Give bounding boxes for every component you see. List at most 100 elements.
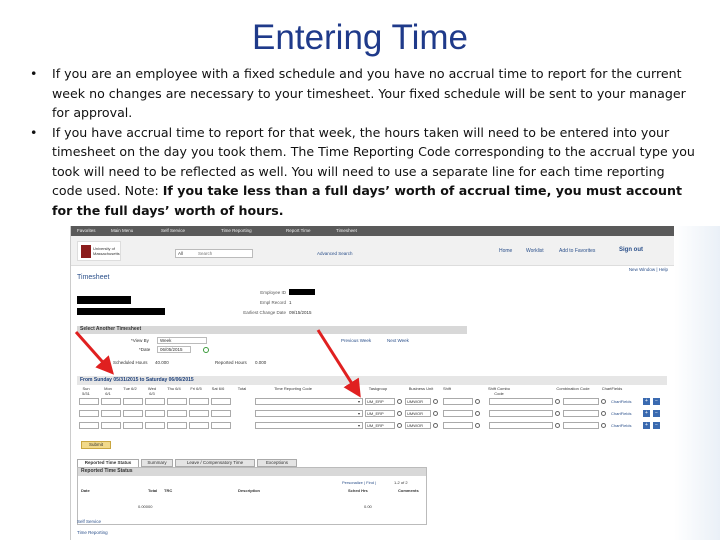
chartfields-link[interactable]: ChartFields: [611, 399, 631, 404]
nav-main-menu[interactable]: Main Menu: [111, 228, 133, 233]
shift-combo-lookup-icon[interactable]: [555, 423, 560, 428]
chartfields-link[interactable]: ChartFields: [611, 423, 631, 428]
delete-row-button[interactable]: −: [653, 398, 660, 405]
view-by-select[interactable]: Week: [157, 337, 207, 344]
business-unit-lookup-icon[interactable]: [433, 411, 438, 416]
col-thu: Thu 6/4: [167, 386, 181, 391]
taskgroup-input[interactable]: UM_ERP: [365, 422, 395, 429]
add-row-button[interactable]: +: [643, 410, 650, 417]
time-entry-row: ▾ UM_ERP UMWOR ChartFields + −: [77, 410, 667, 418]
add-row-button[interactable]: +: [643, 398, 650, 405]
combination-lookup-icon[interactable]: [601, 411, 606, 416]
tab-reported-time-status[interactable]: Reported Time Status: [77, 459, 139, 467]
date-input[interactable]: 06/05/2015: [157, 346, 191, 353]
worklist-link[interactable]: Worklist: [526, 248, 544, 254]
fri-hours-input[interactable]: [189, 410, 209, 417]
wed-hours-input[interactable]: [145, 422, 165, 429]
col-fri: Fri 6/5: [190, 386, 202, 391]
taskgroup-input[interactable]: UM_ERP: [365, 410, 395, 417]
refresh-icon[interactable]: [203, 347, 209, 353]
combination-lookup-icon[interactable]: [601, 399, 606, 404]
shift-lookup-icon[interactable]: [475, 423, 480, 428]
shift-combo-lookup-icon[interactable]: [555, 411, 560, 416]
sun-hours-input[interactable]: [79, 422, 99, 429]
shift-lookup-icon[interactable]: [475, 399, 480, 404]
shift-combo-input[interactable]: [489, 410, 553, 417]
nav-self-service[interactable]: Self Service: [161, 228, 185, 233]
shift-input[interactable]: [443, 422, 473, 429]
shift-combo-input[interactable]: [489, 398, 553, 405]
logo-mark-icon: [81, 245, 91, 258]
shift-combo-input[interactable]: [489, 422, 553, 429]
bullet-2: • If you have accrual time to report for …: [30, 124, 695, 218]
tab-summary[interactable]: Summary: [141, 459, 173, 467]
thu-hours-input[interactable]: [167, 398, 187, 405]
nav-favorites[interactable]: Favorites: [77, 228, 96, 233]
panel-pager: 1-2 of 2: [394, 480, 408, 485]
nav-timesheet[interactable]: Timesheet: [336, 228, 357, 233]
search-box[interactable]: All Search: [175, 249, 253, 258]
sun-hours-input[interactable]: [79, 410, 99, 417]
search-scope[interactable]: All: [178, 251, 183, 256]
search-input[interactable]: Search: [198, 251, 212, 256]
tab-leave-comp-time[interactable]: Leave / Compensatory Time: [175, 459, 255, 467]
business-unit-input[interactable]: UMWOR: [405, 398, 431, 405]
combination-lookup-icon[interactable]: [601, 423, 606, 428]
combination-code-input[interactable]: [563, 410, 599, 417]
sat-hours-input[interactable]: [211, 422, 231, 429]
combination-code-input[interactable]: [563, 422, 599, 429]
add-row-button[interactable]: +: [643, 422, 650, 429]
shift-input[interactable]: [443, 398, 473, 405]
previous-week-link[interactable]: Previous Week: [341, 338, 371, 343]
bullet-list: • If you are an employee with a fixed sch…: [28, 64, 698, 220]
thu-hours-input[interactable]: [167, 410, 187, 417]
fri-hours-input[interactable]: [189, 422, 209, 429]
add-favorites-link[interactable]: Add to Favorites: [559, 248, 595, 254]
sun-hours-input[interactable]: [79, 398, 99, 405]
taskgroup-lookup-icon[interactable]: [397, 399, 402, 404]
footer-self-service-link[interactable]: Self Service: [77, 519, 101, 524]
business-unit-input[interactable]: UMWOR: [405, 422, 431, 429]
tue-hours-input[interactable]: [123, 422, 143, 429]
home-link[interactable]: Home: [499, 248, 512, 254]
business-unit-lookup-icon[interactable]: [433, 423, 438, 428]
new-window-help-link[interactable]: New Window | Help: [629, 267, 668, 272]
sat-hours-input[interactable]: [211, 398, 231, 405]
sign-out-link[interactable]: Sign out: [619, 247, 643, 253]
personalize-find-links[interactable]: Personalize | Find |: [342, 480, 376, 485]
reported-time-panel: Reported Time Status Personalize | Find …: [77, 467, 427, 525]
tue-hours-input[interactable]: [123, 398, 143, 405]
mon-hours-input[interactable]: [101, 422, 121, 429]
business-unit-input[interactable]: UMWOR: [405, 410, 431, 417]
trc-select[interactable]: ▾: [255, 398, 363, 405]
nav-report-time[interactable]: Report Time: [286, 228, 311, 233]
thu-hours-input[interactable]: [167, 422, 187, 429]
delete-row-button[interactable]: −: [653, 422, 660, 429]
business-unit-lookup-icon[interactable]: [433, 399, 438, 404]
wed-hours-input[interactable]: [145, 398, 165, 405]
tab-exceptions[interactable]: Exceptions: [257, 459, 297, 467]
sat-hours-input[interactable]: [211, 410, 231, 417]
trc-select[interactable]: ▾: [255, 410, 363, 417]
app-header: University of Massachusetts Home Worklis…: [71, 236, 674, 266]
shift-combo-lookup-icon[interactable]: [555, 399, 560, 404]
taskgroup-input[interactable]: UM_ERP: [365, 398, 395, 405]
fri-hours-input[interactable]: [189, 398, 209, 405]
chartfields-link[interactable]: ChartFields: [611, 411, 631, 416]
trc-select[interactable]: ▾: [255, 422, 363, 429]
mon-hours-input[interactable]: [101, 410, 121, 417]
shift-input[interactable]: [443, 410, 473, 417]
combination-code-input[interactable]: [563, 398, 599, 405]
nav-time-reporting[interactable]: Time Reporting: [221, 228, 252, 233]
submit-button[interactable]: Submit: [81, 441, 111, 449]
wed-hours-input[interactable]: [145, 410, 165, 417]
delete-row-button[interactable]: −: [653, 410, 660, 417]
footer-time-reporting-link[interactable]: Time Reporting: [77, 530, 108, 535]
taskgroup-lookup-icon[interactable]: [397, 411, 402, 416]
next-week-link[interactable]: Next Week: [387, 338, 409, 343]
mon-hours-input[interactable]: [101, 398, 121, 405]
tue-hours-input[interactable]: [123, 410, 143, 417]
shift-lookup-icon[interactable]: [475, 411, 480, 416]
taskgroup-lookup-icon[interactable]: [397, 423, 402, 428]
advanced-search-link[interactable]: Advanced Search: [317, 251, 353, 256]
